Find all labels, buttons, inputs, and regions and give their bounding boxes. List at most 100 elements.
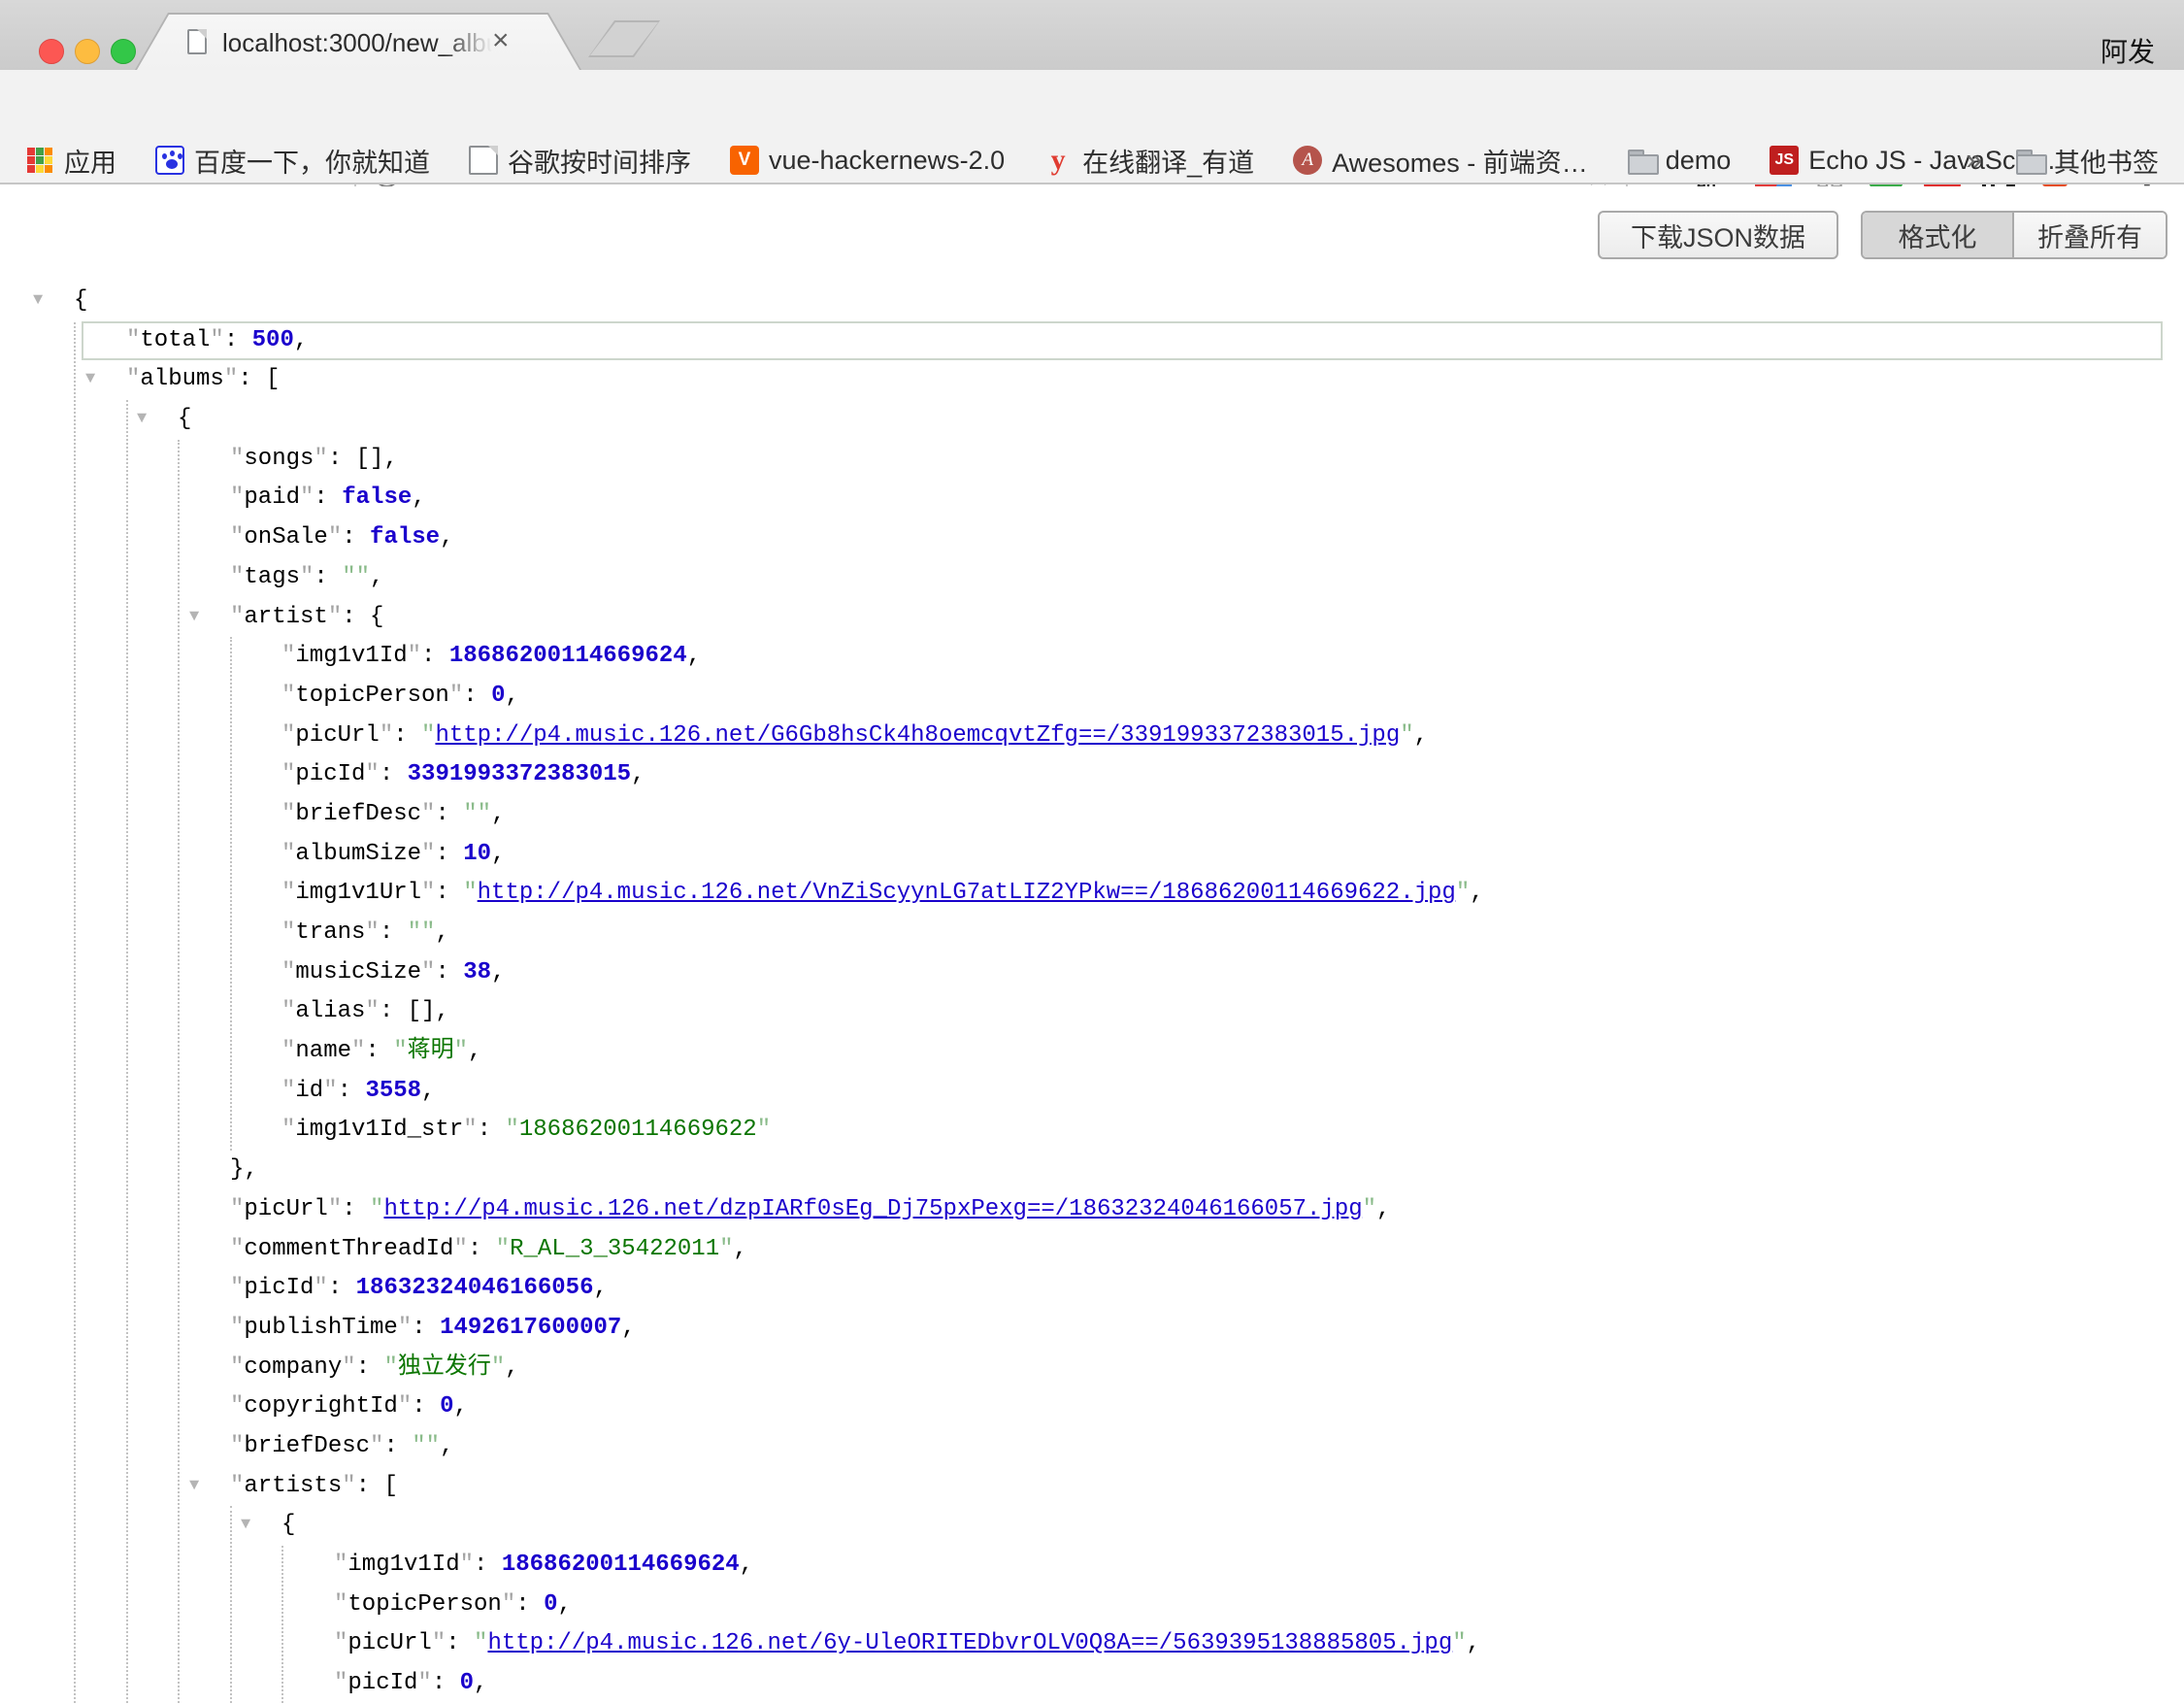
json-token: ,	[370, 564, 383, 590]
json-token: "	[334, 1552, 347, 1578]
json-token: topicPerson	[295, 683, 448, 709]
json-url-link[interactable]: http://p4.music.126.net/G6Gb8hsCk4h8oemc…	[435, 722, 1400, 749]
json-line: ▼"albums": [	[0, 360, 2184, 400]
json-token: picUrl	[295, 722, 379, 749]
json-line: "picUrl": "http://p4.music.126.net/G6Gb8…	[0, 717, 2184, 756]
json-token: ,	[421, 1078, 435, 1104]
json-token: 18686200114669622	[519, 1117, 757, 1143]
json-token: publishTime	[244, 1315, 397, 1341]
json-line: "onSale": false,	[0, 518, 2184, 558]
json-token: "	[421, 841, 435, 867]
json-line: "songs": [],	[0, 440, 2184, 480]
json-token: :	[356, 1354, 384, 1381]
json-token: ,	[1470, 880, 1483, 906]
json-token: ,	[491, 801, 505, 827]
json-token: ,	[631, 761, 645, 787]
json-token: "	[351, 1038, 365, 1064]
collapse-arrow-icon[interactable]: ▼	[33, 282, 43, 321]
collapse-arrow-icon[interactable]: ▼	[137, 400, 147, 440]
json-token: ,	[1414, 722, 1428, 749]
json-token: paid	[244, 484, 300, 511]
json-token: "	[230, 604, 244, 630]
json-token: :	[478, 1117, 506, 1143]
json-token: :	[342, 1196, 370, 1222]
json-line: "briefDesc": "",	[0, 795, 2184, 835]
collapse-arrow-icon[interactable]: ▼	[189, 1467, 199, 1507]
json-token: :	[412, 1315, 440, 1341]
collapse-arrow-icon[interactable]: ▼	[241, 1506, 250, 1546]
json-token: "	[421, 919, 435, 946]
json-token: 蒋明	[408, 1038, 454, 1064]
json-token: "	[281, 959, 295, 986]
json-token: ,	[557, 1591, 571, 1618]
json-token: artists	[244, 1473, 342, 1499]
json-token: "	[342, 1354, 355, 1381]
json-token: id	[295, 1078, 323, 1104]
json-token: :	[515, 1591, 544, 1618]
json-token: "	[365, 919, 379, 946]
json-token: {	[178, 406, 191, 432]
json-line: "picUrl": "http://p4.music.126.net/6y-Ul…	[0, 1624, 2184, 1664]
json-token: 18686200114669624	[449, 643, 687, 669]
json-token: "	[370, 1196, 383, 1222]
json-line: },	[0, 1151, 2184, 1190]
json-token: ,	[440, 524, 453, 551]
json-token: name	[295, 1038, 351, 1064]
json-token: 3558	[365, 1078, 421, 1104]
json-url-link[interactable]: http://p4.music.126.net/VnZiScyynLG7atLI…	[478, 880, 1456, 906]
json-token: alias	[295, 998, 365, 1024]
json-url-link[interactable]: http://p4.music.126.net/dzpIARf0sEg_Dj75…	[383, 1196, 1362, 1222]
json-token: "	[398, 1315, 412, 1341]
json-token: ,	[474, 1670, 487, 1696]
json-token: "	[449, 683, 463, 709]
json-token: :	[435, 959, 463, 986]
json-token: :	[435, 801, 463, 827]
json-token: "	[417, 1670, 431, 1696]
json-token: "	[334, 1630, 347, 1656]
json-token: "	[421, 801, 435, 827]
json-token: "	[1456, 880, 1470, 906]
json-token: "	[210, 327, 223, 353]
json-token: 1492617600007	[440, 1315, 621, 1341]
json-token: {	[74, 287, 87, 314]
json-token: total	[140, 327, 210, 353]
json-token: "	[383, 1354, 397, 1381]
json-token: "	[408, 919, 421, 946]
json-token: "	[496, 1236, 510, 1262]
json-token: :	[338, 1078, 366, 1104]
json-token: "	[328, 524, 342, 551]
json-token: "	[365, 761, 379, 787]
json-token: "	[502, 1591, 515, 1618]
json-token: :	[328, 1275, 356, 1301]
json-token: img1v1Id	[295, 643, 407, 669]
json-token: ,	[505, 683, 518, 709]
json-token: :	[432, 1670, 460, 1696]
json-url-link[interactable]: http://p4.music.126.net/6y-UleORITEDbvrO…	[487, 1630, 1452, 1656]
json-token: 18686200114669624	[502, 1552, 740, 1578]
json-token: company	[244, 1354, 342, 1381]
json-token: commentThreadId	[244, 1236, 453, 1262]
json-token: :	[383, 1433, 412, 1459]
json-token: briefDesc	[295, 801, 421, 827]
json-token: : [	[238, 366, 280, 392]
json-token: picUrl	[244, 1196, 327, 1222]
json-token: ,	[593, 1275, 607, 1301]
collapse-arrow-icon[interactable]: ▼	[189, 598, 199, 638]
json-token: :	[412, 1393, 440, 1420]
json-line: ▼"artist": {	[0, 598, 2184, 638]
json-token: topicPerson	[347, 1591, 501, 1618]
collapse-arrow-icon[interactable]: ▼	[85, 360, 95, 400]
json-line: "picId": 18632324046166056,	[0, 1269, 2184, 1309]
json-token: "	[230, 1196, 244, 1222]
json-token: "	[719, 1236, 733, 1262]
json-token: :	[380, 919, 408, 946]
json-token: "	[370, 1433, 383, 1459]
json-token: "	[230, 1275, 244, 1301]
json-token: picId	[295, 761, 365, 787]
json-token: : [	[356, 1473, 398, 1499]
json-token: "	[281, 841, 295, 867]
json-token: onSale	[244, 524, 327, 551]
json-token: "	[412, 1433, 425, 1459]
json-line: "img1v1Id": 18686200114669624,	[0, 1546, 2184, 1586]
json-token: 38	[463, 959, 491, 986]
